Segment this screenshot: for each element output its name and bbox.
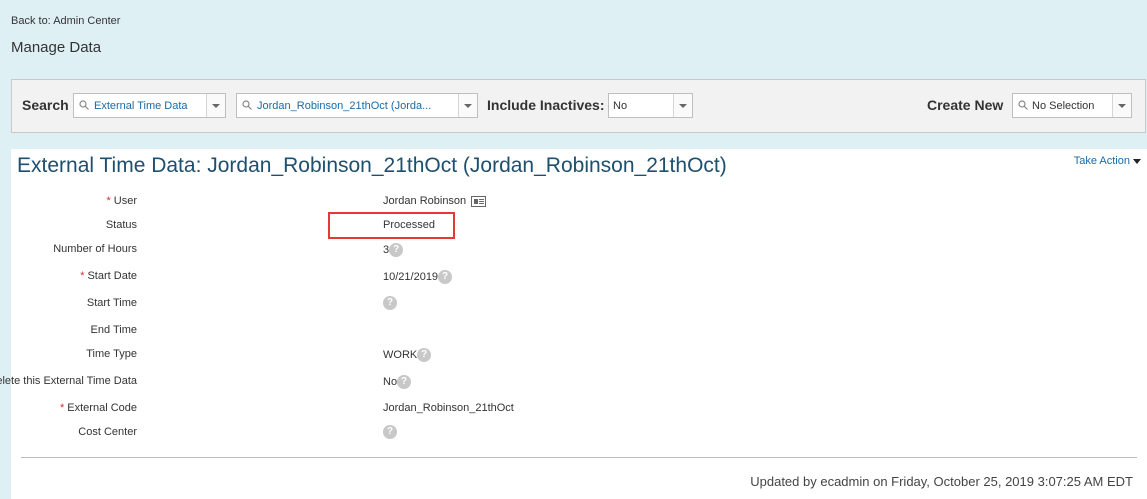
help-icon[interactable]: ? [397, 375, 412, 389]
required-marker: * [106, 195, 111, 207]
chevron-down-icon[interactable] [206, 94, 225, 117]
field-time-type: Time Type WORK? [11, 348, 911, 364]
include-inactives-value: No [613, 100, 628, 112]
field-user: * User Jordan Robinson [11, 195, 911, 211]
field-cost-center: Cost Center ? [11, 425, 911, 442]
field-label-start-time: Start Time [86, 297, 137, 309]
record-title: External Time Data: Jordan_Robinson_21th… [17, 154, 727, 177]
field-hours: Number of Hours 3? [11, 243, 911, 259]
search-icon [242, 100, 252, 110]
field-value-user[interactable]: Jordan Robinson [383, 195, 466, 207]
field-delete: Delete this External Time Data No? [0, 375, 911, 391]
search-icon [1018, 100, 1028, 110]
chevron-down-icon[interactable] [1112, 94, 1131, 117]
help-icon[interactable]: ? [438, 270, 453, 284]
back-to-admin-center-link[interactable]: Back to: Admin Center [11, 15, 120, 27]
field-status: Status Processed [11, 219, 911, 235]
help-icon[interactable]: ? [417, 348, 432, 362]
page-title: Manage Data [11, 39, 102, 56]
object-type-value: External Time Data [94, 100, 188, 112]
record-value: Jordan_Robinson_21thOct (Jorda... [257, 100, 432, 112]
last-updated-text: Updated by ecadmin on Friday, October 25… [750, 474, 1133, 489]
take-action-label: Take Action [1073, 155, 1130, 167]
search-icon [79, 100, 89, 110]
field-label-delete: Delete this External Time Data [0, 375, 137, 387]
required-marker: * [60, 402, 65, 414]
object-type-select[interactable]: External Time Data [73, 93, 226, 118]
record-detail-panel: External Time Data: Jordan_Robinson_21th… [0, 149, 1147, 499]
field-start-date: * Start Date 10/21/2019? [11, 270, 911, 286]
help-icon[interactable]: ? [383, 296, 397, 310]
field-label-cost-center: Cost Center [78, 426, 137, 438]
business-card-icon[interactable] [471, 195, 487, 207]
divider [21, 457, 1137, 458]
field-label-end-time: End Time [90, 324, 137, 336]
record-select[interactable]: Jordan_Robinson_21thOct (Jorda... [236, 93, 478, 118]
field-external-code: * External Code Jordan_Robinson_21thOct [11, 402, 911, 418]
field-value-status: Processed [383, 219, 435, 231]
create-new-value: No Selection [1032, 100, 1095, 112]
chevron-down-icon[interactable] [458, 94, 477, 117]
search-bar: Search External Time Data Jordan_Robinso… [11, 79, 1146, 133]
include-inactives-label: Include Inactives: [487, 97, 605, 113]
help-icon[interactable]: ? [383, 425, 397, 439]
field-end-time: End Time [11, 324, 911, 340]
create-new-select[interactable]: No Selection [1012, 93, 1132, 118]
field-value-delete: No [383, 375, 398, 388]
field-label-external-code: External Code [67, 402, 137, 414]
field-value-start-date: 10/21/2019 [383, 270, 439, 283]
caret-down-icon [1133, 158, 1141, 164]
search-label: Search [22, 97, 69, 113]
include-inactives-select[interactable]: No [608, 93, 693, 118]
field-value-time-type: WORK [383, 348, 418, 361]
field-start-time: Start Time ? [11, 296, 911, 313]
field-value-external-code: Jordan_Robinson_21thOct [383, 402, 514, 414]
field-label-hours: Number of Hours [53, 243, 137, 255]
field-label-status: Status [105, 219, 137, 231]
field-label-time-type: Time Type [86, 348, 137, 360]
field-label-start-date: Start Date [87, 270, 137, 282]
help-icon[interactable]: ? [389, 243, 404, 257]
field-label-user: User [113, 195, 137, 207]
required-marker: * [80, 270, 85, 282]
chevron-down-icon[interactable] [673, 94, 692, 117]
create-new-label: Create New [927, 97, 1004, 113]
take-action-menu[interactable]: Take Action [1074, 155, 1141, 167]
